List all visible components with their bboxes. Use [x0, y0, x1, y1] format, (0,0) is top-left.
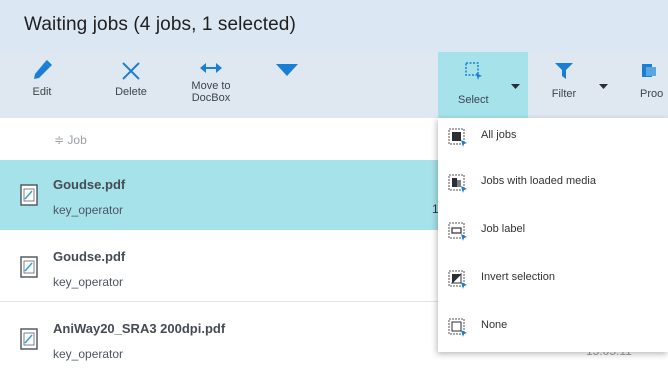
select-loaded-media-icon	[448, 174, 468, 194]
document-icon	[20, 256, 38, 278]
menu-item-invert-selection[interactable]: Invert selection	[438, 260, 668, 304]
table-row[interactable]: Goudse.pdf key_operator 1	[0, 160, 439, 230]
panel-header: Waiting jobs (4 jobs, 1 selected)	[0, 0, 668, 52]
menu-item-label: Invert selection	[481, 271, 555, 283]
menu-item-label: Job label	[481, 223, 526, 235]
move-to-docbox-button[interactable]: Move to DocBox	[180, 52, 242, 118]
proof-icon	[642, 58, 656, 84]
menu-item-none[interactable]: None	[438, 308, 668, 352]
menu-item-all-jobs[interactable]: All jobs	[438, 118, 668, 162]
select-button[interactable]: Select	[438, 52, 528, 118]
select-marquee-icon	[465, 62, 483, 85]
delete-button[interactable]: Delete	[106, 52, 156, 118]
select-label: Select	[458, 94, 489, 106]
select-dropdown-menu: All jobs Jobs with loaded media Job labe…	[438, 118, 668, 352]
edit-label: Edit	[32, 86, 52, 98]
page-title: Waiting jobs (4 jobs, 1 selected)	[24, 14, 296, 35]
delete-label: Delete	[115, 86, 147, 98]
document-icon	[20, 184, 38, 206]
table-row[interactable]: Goudse.pdf key_operator	[0, 232, 438, 302]
job-name: Goudse.pdf	[53, 249, 126, 264]
close-icon	[121, 56, 141, 86]
job-owner: key_operator	[53, 347, 124, 361]
more-actions-chevron-icon[interactable]	[276, 63, 298, 81]
select-none-icon	[448, 318, 468, 338]
proof-label: Proo	[640, 88, 664, 100]
job-name: AniWay20_SRA3 200dpi.pdf	[53, 321, 226, 336]
menu-item-job-label[interactable]: Job label	[438, 212, 668, 256]
menu-item-label: Jobs with loaded media	[481, 175, 596, 187]
move-label-line2: DocBox	[191, 92, 231, 104]
toolbar: Edit Delete Move to DocBox Select Filter…	[0, 52, 668, 118]
pencil-icon	[32, 56, 52, 86]
filter-chevron-down-icon[interactable]	[599, 76, 608, 94]
menu-item-label: All jobs	[481, 129, 517, 141]
menu-item-label: None	[481, 319, 508, 331]
job-owner: key_operator	[53, 275, 124, 289]
filter-icon	[555, 58, 573, 84]
select-chevron-down-icon[interactable]	[511, 76, 520, 94]
invert-selection-icon	[448, 270, 468, 290]
move-label-line1: Move to	[191, 80, 231, 92]
select-job-label-icon	[448, 222, 468, 242]
job-owner: key_operator	[53, 203, 124, 217]
filter-label: Filter	[551, 88, 577, 100]
menu-item-jobs-with-loaded-media[interactable]: Jobs with loaded media	[438, 164, 668, 208]
table-row[interactable]: AniWay20_SRA3 200dpi.pdf key_operator	[0, 304, 438, 374]
proof-button[interactable]: Proo	[628, 52, 668, 118]
job-name: Goudse.pdf	[53, 177, 126, 192]
job-column-header[interactable]: ≑ Job	[54, 133, 87, 147]
column-header-row: ≑ Job	[0, 118, 438, 160]
edit-button[interactable]: Edit	[20, 52, 64, 118]
filter-button[interactable]: Filter	[540, 52, 588, 118]
move-arrows-icon	[200, 56, 222, 80]
select-all-icon	[448, 128, 468, 148]
document-icon	[20, 328, 38, 350]
